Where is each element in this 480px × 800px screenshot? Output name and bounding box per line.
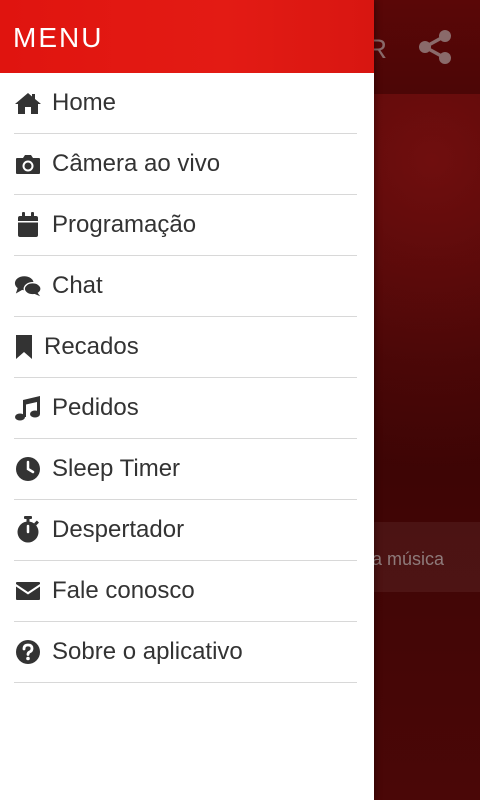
menu-item-label: Sleep Timer xyxy=(52,455,181,482)
menu-item-label: Pedidos xyxy=(52,394,139,421)
menu-item-label: Programação xyxy=(52,211,197,238)
menu-item-recados[interactable]: Recados xyxy=(14,317,357,378)
menu-item-label: Despertador xyxy=(52,516,185,543)
clock-icon xyxy=(14,455,42,483)
stopwatch-icon xyxy=(14,516,42,544)
menu-item-sleep-timer[interactable]: Sleep Timer xyxy=(14,439,357,500)
menu-item-pedidos[interactable]: Pedidos xyxy=(14,378,357,439)
menu-item-label: Chat xyxy=(52,272,103,299)
menu-item-label: Câmera ao vivo xyxy=(52,150,221,177)
bookmark-icon xyxy=(14,333,34,361)
menu-item-label: Sobre o aplicativo xyxy=(52,638,243,665)
drawer-header: MENU xyxy=(0,0,374,73)
menu-item-label: Fale conosco xyxy=(52,577,195,604)
menu-item-fale-conosco[interactable]: Fale conosco xyxy=(14,561,357,622)
menu-item-home[interactable]: Home xyxy=(14,73,357,134)
menu-item-label: Home xyxy=(52,89,117,116)
menu-item-sobre[interactable]: Sobre o aplicativo xyxy=(14,622,357,683)
now-playing-text: a música xyxy=(372,549,445,569)
home-icon xyxy=(14,89,42,117)
music-note-icon xyxy=(14,394,42,422)
menu-item-label: Recados xyxy=(44,333,139,360)
chat-icon xyxy=(14,272,42,300)
menu-list: Home Câmera ao vivo Programação Chat Rec xyxy=(0,73,374,683)
question-circle-icon xyxy=(14,638,42,666)
navigation-drawer: MENU Home Câmera ao vivo Programação Cha… xyxy=(0,0,374,800)
menu-item-despertador[interactable]: Despertador xyxy=(14,500,357,561)
camera-icon xyxy=(14,150,42,178)
drawer-title: MENU xyxy=(13,22,104,53)
menu-item-programacao[interactable]: Programação xyxy=(14,195,357,256)
envelope-icon xyxy=(14,577,42,605)
share-icon[interactable] xyxy=(416,28,454,66)
calendar-icon xyxy=(14,211,42,239)
menu-item-chat[interactable]: Chat xyxy=(14,256,357,317)
menu-item-camera-live[interactable]: Câmera ao vivo xyxy=(14,134,357,195)
